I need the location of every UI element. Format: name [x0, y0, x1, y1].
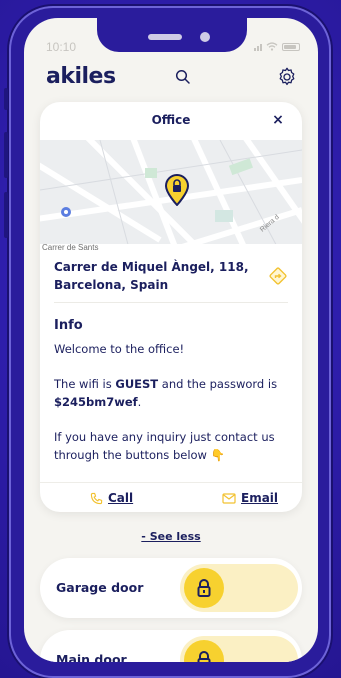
directions-icon[interactable]: [268, 266, 288, 286]
camera: [200, 32, 210, 42]
info-wifi: The wifi is GUEST and the password is $2…: [54, 377, 278, 409]
gear-icon[interactable]: [276, 66, 298, 88]
door-row-main: Main door: [40, 630, 302, 662]
address-row: Carrer de Miquel Àngel, 118, Barcelona, …: [54, 258, 288, 298]
door-name: Garage door: [56, 580, 144, 595]
see-less-link[interactable]: - See less: [24, 530, 318, 543]
phone-icon: [90, 492, 103, 504]
unlock-handle[interactable]: [184, 640, 224, 662]
volume-up-button: [4, 132, 8, 178]
lock-icon: [197, 579, 211, 597]
door-name: Main door: [56, 652, 127, 662]
info-welcome: Welcome to the office!: [54, 342, 185, 356]
address-text: Carrer de Miquel Àngel, 118, Barcelona, …: [54, 260, 249, 292]
unlock-handle[interactable]: [184, 568, 224, 608]
info-text: Welcome to the office! The wifi is GUEST…: [54, 340, 290, 481]
call-label: Call: [108, 491, 134, 505]
battery-icon: [282, 42, 300, 51]
card-header: Office ×: [40, 102, 302, 140]
map-street-label: Carrer de Sants: [42, 243, 98, 252]
door-row-garage: Garage door: [40, 558, 302, 618]
wifi-password: $245bm7wef: [54, 395, 138, 409]
info-contact: If you have any inquiry just contact us …: [54, 430, 275, 462]
location-pin-icon: [164, 174, 190, 206]
info-title: Info: [54, 318, 83, 333]
email-label: Email: [241, 491, 279, 505]
unlock-slider[interactable]: [180, 564, 298, 612]
location-card: Office × Carrer de Sants Riera d Carrer …: [40, 102, 302, 512]
wifi-icon: [266, 42, 278, 51]
map-view[interactable]: Carrer de Sants Riera d: [40, 140, 302, 252]
status-icons: [254, 42, 300, 51]
status-time: 10:10: [46, 40, 77, 54]
email-button[interactable]: Email: [222, 491, 278, 505]
speaker: [148, 34, 182, 40]
wifi-name: GUEST: [115, 377, 159, 391]
signal-icon: [254, 43, 262, 51]
akiles-logo: akiles: [46, 64, 116, 89]
volume-down-button: [4, 192, 8, 238]
search-icon[interactable]: [174, 68, 192, 86]
card-title: Office: [151, 113, 191, 127]
mute-switch: [4, 88, 8, 110]
mail-icon: [222, 492, 236, 504]
call-button[interactable]: Call: [90, 491, 133, 505]
lock-icon: [197, 651, 211, 662]
card-actions: Call Email: [40, 482, 302, 512]
phone-screen: 10:10 akiles Office × Carrer de Sants Ri…: [24, 18, 318, 662]
unlock-slider[interactable]: [180, 636, 298, 662]
app-header: akiles: [24, 62, 318, 92]
close-button[interactable]: ×: [268, 110, 288, 130]
divider: [54, 302, 288, 303]
